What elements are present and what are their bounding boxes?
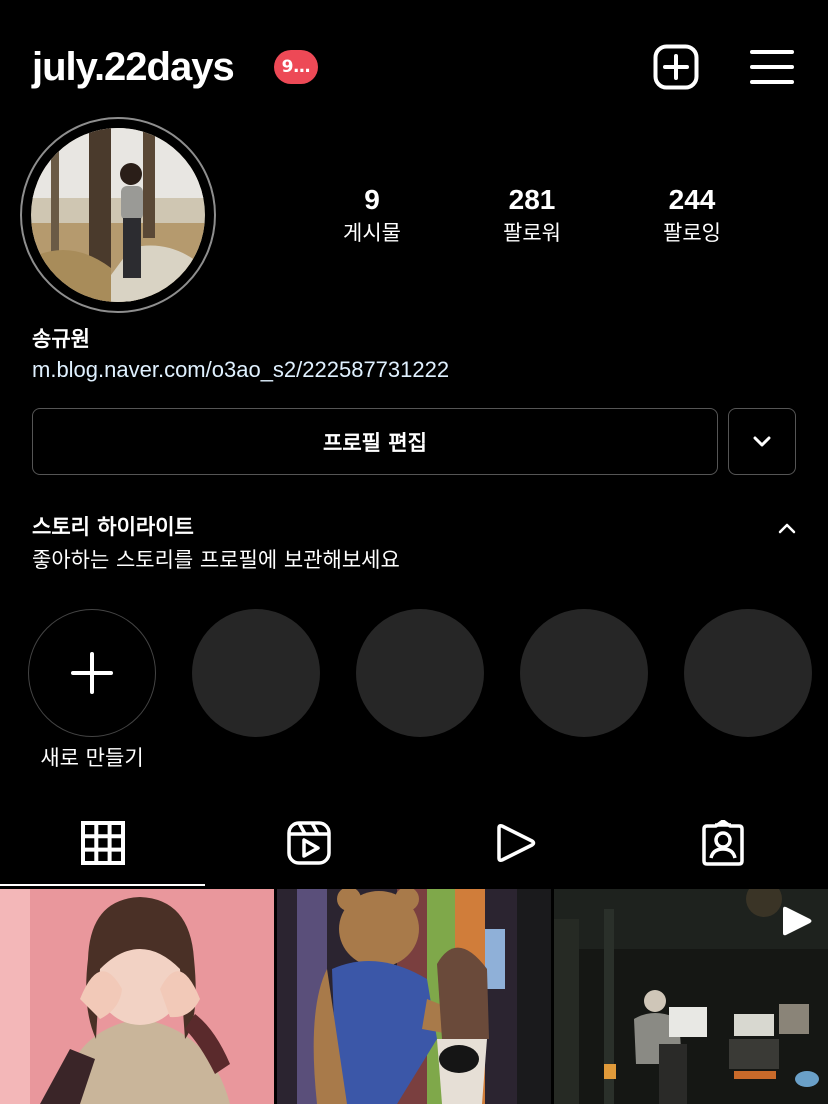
play-icon (783, 906, 812, 936)
chevron-down-icon (753, 436, 771, 446)
highlight-placeholder (520, 609, 648, 737)
post-thumbnail[interactable] (277, 889, 551, 1104)
profile-link[interactable]: m.blog.naver.com/o3ao_s2/222587731222 (32, 355, 449, 385)
highlight-placeholder (192, 609, 320, 737)
post-thumbnail[interactable] (0, 889, 274, 1104)
new-highlight-label: 새로 만들기 (40, 746, 144, 770)
notification-badge[interactable]: 9… (274, 50, 318, 84)
grid-icon (81, 821, 125, 865)
highlights-title: 스토리 하이라이트 (32, 515, 194, 539)
reels-icon (287, 821, 331, 865)
stat-followers[interactable]: 281 팔로워 (472, 182, 592, 248)
edit-profile-button[interactable]: 프로필 편집 (32, 408, 718, 475)
active-tab-indicator (0, 884, 205, 886)
stat-posts[interactable]: 9 게시물 (312, 182, 432, 248)
new-highlight-button[interactable] (28, 609, 156, 737)
chevron-up-icon[interactable] (776, 517, 798, 539)
tab-reels[interactable] (286, 820, 332, 866)
stat-posts-label: 게시물 (343, 221, 401, 245)
stat-posts-value: 9 (364, 184, 380, 215)
plus-square-icon (653, 44, 699, 90)
stat-following-value: 244 (668, 184, 716, 215)
highlight-placeholder (356, 609, 484, 737)
stat-followers-value: 281 (508, 184, 556, 215)
tab-tagged[interactable] (700, 819, 746, 866)
highlight-placeholder (684, 609, 812, 737)
tab-grid[interactable] (80, 820, 126, 866)
tagged-person-icon (702, 819, 744, 866)
hamburger-menu-icon (750, 50, 794, 84)
tab-videos[interactable] (494, 820, 540, 866)
plus-icon (71, 652, 113, 694)
stat-following[interactable]: 244 팔로잉 (632, 182, 752, 248)
stat-following-label: 팔로잉 (663, 221, 721, 245)
post-thumbnail[interactable] (554, 889, 828, 1104)
create-button[interactable] (653, 44, 699, 90)
stat-followers-label: 팔로워 (503, 221, 561, 245)
profile-full-name: 송규원 (32, 327, 90, 351)
play-icon (497, 824, 536, 862)
menu-button[interactable] (750, 48, 794, 86)
highlights-description: 좋아하는 스토리를 프로필에 보관해보세요 (32, 548, 400, 572)
avatar[interactable] (31, 128, 205, 302)
profile-username[interactable]: july.22days (32, 40, 235, 94)
suggested-accounts-button[interactable] (728, 408, 796, 475)
